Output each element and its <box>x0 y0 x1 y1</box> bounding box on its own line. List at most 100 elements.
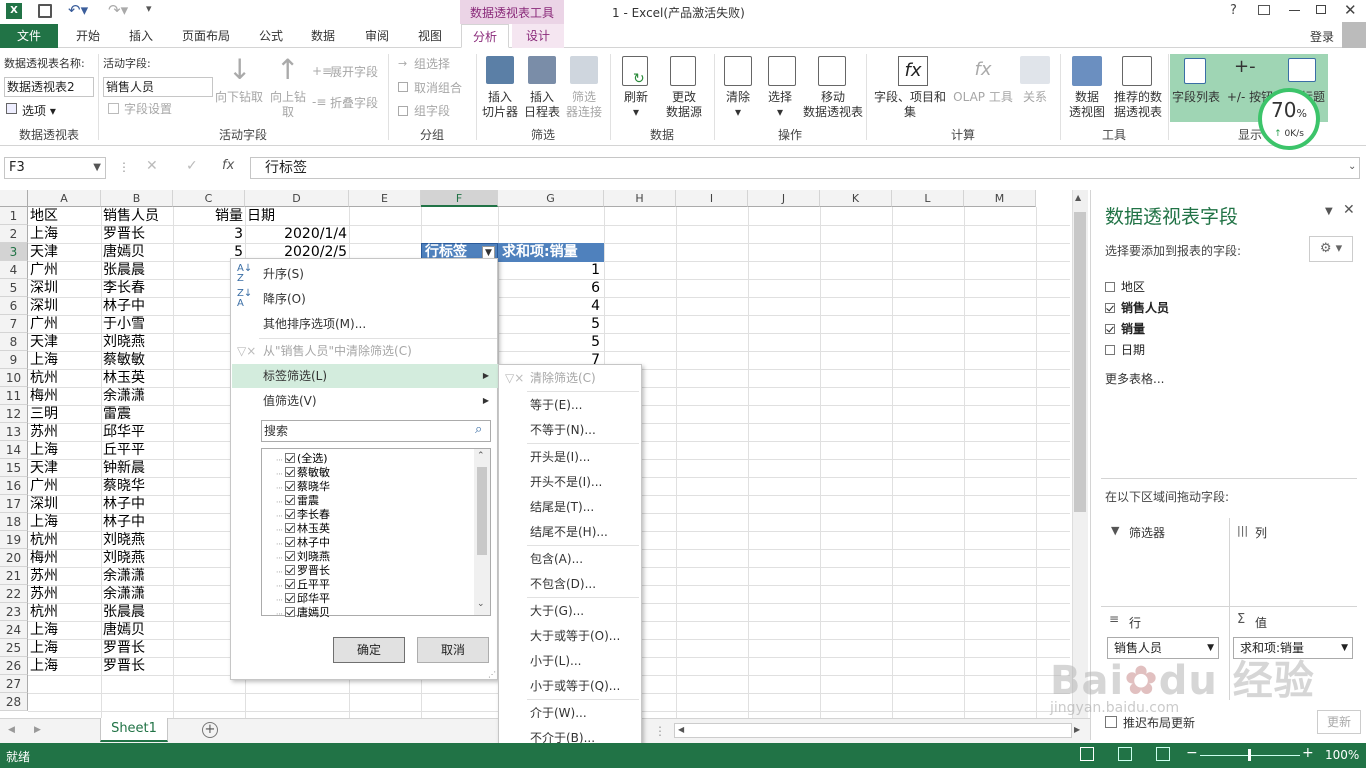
tab-view[interactable]: 视图 <box>404 24 456 48</box>
more-tables-link[interactable]: 更多表格... <box>1105 370 1164 387</box>
filter-item-checkbox[interactable] <box>285 453 295 463</box>
cell-b26[interactable]: 罗晋长 <box>101 657 173 675</box>
cell-a22[interactable]: 苏州 <box>28 585 101 603</box>
help-button[interactable]: ? <box>1230 3 1237 18</box>
login-link[interactable]: 登录 <box>1310 28 1334 45</box>
tab-insert[interactable]: 插入 <box>116 24 166 48</box>
options-button[interactable]: 选项 ▾ <box>22 102 56 119</box>
submenu-not-begins-with[interactable]: 开头不是(I)... <box>499 470 641 494</box>
column-header-L[interactable]: L <box>892 190 964 207</box>
network-speed-widget[interactable]: 70% ↑ 0K/s <box>1258 88 1320 150</box>
menu-more-sort-options[interactable]: 其他排序选项(M)... <box>231 312 497 336</box>
menu-sort-ascending[interactable]: 升序(S) <box>231 262 497 286</box>
pivot-name-input[interactable]: 数据透视表2 <box>4 77 94 97</box>
submenu-ends-with[interactable]: 结尾是(T)... <box>499 495 641 519</box>
column-header-M[interactable]: M <box>964 190 1036 207</box>
row-header[interactable]: 20 <box>0 549 28 567</box>
column-header-F[interactable]: F <box>421 190 498 207</box>
column-header-H[interactable]: H <box>604 190 676 207</box>
cancel-button[interactable]: 取消 <box>417 637 489 663</box>
cell-a25[interactable]: 上海 <box>28 639 101 657</box>
cell-b17[interactable]: 林子中 <box>101 495 173 513</box>
formula-input[interactable]: 行标签 <box>250 157 1360 179</box>
menu-label-filter[interactable]: 标签筛选(L) ▶ <box>231 364 497 388</box>
tab-split-grip[interactable]: ⋮ <box>654 724 666 738</box>
customize-qat-icon[interactable]: ▾ <box>146 2 152 15</box>
column-header-K[interactable]: K <box>820 190 892 207</box>
pane-gear-icon[interactable]: ⚙ ▾ <box>1309 236 1353 262</box>
filter-list-item[interactable]: ⋯ 蔡晓华 <box>276 480 330 494</box>
page-layout-view-icon[interactable] <box>1118 747 1132 761</box>
submenu-between[interactable]: 介于(W)... <box>499 701 641 725</box>
filter-item-checkbox[interactable] <box>285 607 295 617</box>
submenu-equals[interactable]: 等于(E)... <box>499 393 641 417</box>
insert-slicer-button[interactable]: 插入 切片器 <box>480 90 520 120</box>
submenu-clear-filter[interactable]: 清除筛选(C) <box>499 366 641 390</box>
row-header[interactable]: 15 <box>0 459 28 477</box>
cell-b23[interactable]: 张晨晨 <box>101 603 173 621</box>
restore-icon[interactable] <box>1316 5 1326 14</box>
olap-tools-button[interactable]: OLAP 工具 <box>950 90 1016 105</box>
submenu-not-contains[interactable]: 不包含(D)... <box>499 572 641 596</box>
cell-b15[interactable]: 钟新晨 <box>101 459 173 477</box>
submenu-less-than[interactable]: 小于(L)... <box>499 649 641 673</box>
row-header[interactable]: 17 <box>0 495 28 513</box>
cell-b8[interactable]: 刘晓燕 <box>101 333 173 351</box>
cell-a15[interactable]: 天津 <box>28 459 101 477</box>
row-header[interactable]: 13 <box>0 423 28 441</box>
cell-a7[interactable]: 广州 <box>28 315 101 333</box>
cell-c2[interactable]: 3 <box>173 225 245 243</box>
filter-list-item[interactable]: ⋯ 刘晓燕 <box>276 550 330 564</box>
avatar[interactable] <box>1342 22 1366 48</box>
row-header[interactable]: 7 <box>0 315 28 333</box>
pane-field-item[interactable]: 销售人员 <box>1105 299 1169 316</box>
pane-field-item[interactable]: 销量 <box>1105 320 1145 337</box>
row-header[interactable]: 18 <box>0 513 28 531</box>
collapse-field-button[interactable]: 折叠字段 <box>330 96 378 111</box>
cell-a19[interactable]: 杭州 <box>28 531 101 549</box>
pivot-value-cell[interactable]: 4 <box>498 297 602 315</box>
scroll-left-icon[interactable]: ◀ <box>678 725 684 734</box>
cell-a8[interactable]: 天津 <box>28 333 101 351</box>
list-scroll-up-icon[interactable]: ⌃ <box>477 451 485 461</box>
expand-field-button[interactable]: 展开字段 <box>330 65 378 80</box>
cell-a21[interactable]: 苏州 <box>28 567 101 585</box>
drill-up-button[interactable]: 向上钻 取 <box>266 90 310 120</box>
filter-item-list[interactable]: ⋯ (全选) ⋯ 蔡敏敏 ⋯ 蔡晓华 ⋯ 雷震 ⋯ 李长春 ⋯ 林玉英 ⋯ 林子中 ⋯ 刘晓燕 ⋯ 罗晋长 ⋯ 丘平平… <box>261 448 491 619</box>
resize-grip-icon[interactable]: ⋰ <box>488 670 496 679</box>
filter-item-checkbox[interactable] <box>285 579 295 589</box>
pane-field-checkbox[interactable] <box>1105 282 1115 292</box>
cell-b12[interactable]: 雷震 <box>101 405 173 423</box>
cell-b19[interactable]: 刘晓燕 <box>101 531 173 549</box>
submenu-less-or-equal[interactable]: 小于或等于(Q)... <box>499 674 641 698</box>
zoom-slider-thumb[interactable] <box>1248 749 1251 761</box>
ok-button[interactable]: 确定 <box>333 637 405 663</box>
close-icon[interactable]: ✕ <box>1344 1 1357 19</box>
redo-icon[interactable]: ↷▾ <box>108 1 128 19</box>
select-button[interactable]: 选择 ▾ <box>760 90 800 120</box>
row-header[interactable]: 19 <box>0 531 28 549</box>
cell-a11[interactable]: 梅州 <box>28 387 101 405</box>
pane-options-dropdown-icon[interactable]: ▼ <box>1325 206 1333 217</box>
cell-b4[interactable]: 张晨晨 <box>101 261 173 279</box>
ribbon-display-icon[interactable] <box>1258 5 1270 15</box>
row-header[interactable]: 26 <box>0 657 28 675</box>
column-header-B[interactable]: B <box>101 190 173 207</box>
fields-items-button[interactable]: 字段、项目和 集 <box>872 90 948 120</box>
cell-b21[interactable]: 余潇潇 <box>101 567 173 585</box>
cell-b25[interactable]: 罗晋长 <box>101 639 173 657</box>
field-settings-button[interactable]: 字段设置 <box>124 102 172 117</box>
cell-a17[interactable]: 深圳 <box>28 495 101 513</box>
cell-b18[interactable]: 林子中 <box>101 513 173 531</box>
pivot-value-cell[interactable]: 6 <box>498 279 602 297</box>
scroll-up-icon[interactable]: ▲ <box>1075 193 1081 202</box>
scroll-right-icon[interactable]: ▶ <box>1074 725 1080 734</box>
filter-item-checkbox[interactable] <box>285 565 295 575</box>
cell-b9[interactable]: 蔡敏敏 <box>101 351 173 369</box>
cell-a1[interactable]: 地区 <box>28 207 101 225</box>
menu-clear-filter[interactable]: 从"销售人员"中清除筛选(C) <box>231 339 497 363</box>
expand-formula-icon[interactable]: ⌄ <box>1348 161 1356 172</box>
clear-button[interactable]: 清除 ▾ <box>718 90 758 120</box>
refresh-button[interactable]: 刷新 ▾ <box>616 90 656 120</box>
defer-update-checkbox[interactable] <box>1105 716 1117 728</box>
